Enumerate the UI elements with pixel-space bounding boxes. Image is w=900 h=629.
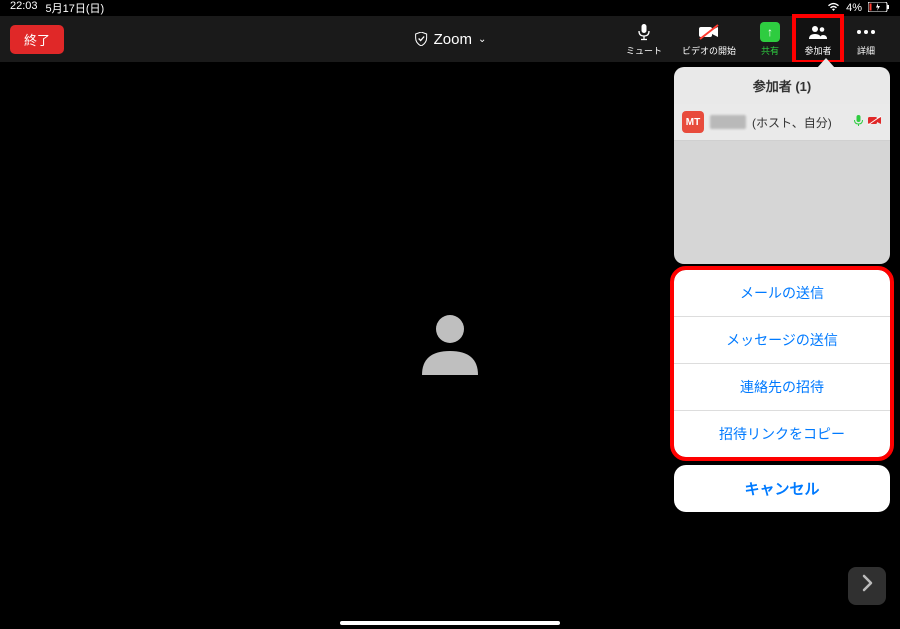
video-off-icon: [698, 22, 720, 42]
meeting-toolbar: 終了 Zoom ⌄ ミュート ビデオの開始 ↑ 共有: [0, 16, 900, 62]
avatar-placeholder-icon: [410, 303, 490, 388]
participant-row[interactable]: MT (ホスト、自分): [674, 104, 890, 141]
status-bar: 22:03 5月17日(日) 4%: [0, 0, 900, 16]
participant-name-redacted: [710, 115, 746, 129]
mute-label: ミュート: [626, 44, 662, 57]
mic-on-icon: [853, 114, 864, 130]
meeting-title[interactable]: Zoom ⌄: [414, 31, 487, 48]
participants-panel-title: 参加者 (1): [674, 67, 890, 104]
participants-list: MT (ホスト、自分): [674, 104, 890, 264]
send-message-button[interactable]: メッセージの送信: [674, 317, 890, 364]
shield-check-icon: [414, 32, 428, 46]
share-button[interactable]: ↑ 共有: [746, 16, 794, 62]
start-video-button[interactable]: ビデオの開始: [672, 16, 746, 62]
next-button[interactable]: [848, 567, 886, 605]
send-email-button[interactable]: メールの送信: [674, 270, 890, 317]
participants-icon: [807, 22, 829, 42]
mute-button[interactable]: ミュート: [616, 16, 672, 62]
participants-button[interactable]: 参加者: [794, 16, 842, 62]
chevron-down-icon: ⌄: [478, 34, 486, 45]
invite-contacts-button[interactable]: 連絡先の招待: [674, 364, 890, 411]
participants-popover: 参加者 (1) MT (ホスト、自分) メールの送信 メッセージの送信 連絡先の…: [674, 67, 890, 512]
wifi-icon: [827, 2, 840, 15]
invite-action-sheet: メールの送信 メッセージの送信 連絡先の招待 招待リンクをコピー キャンセル: [674, 270, 890, 512]
battery-percent: 4%: [846, 2, 862, 14]
share-label: 共有: [761, 44, 779, 57]
battery-icon: [868, 2, 890, 15]
cam-off-icon: [867, 115, 882, 129]
video-label: ビデオの開始: [682, 44, 736, 57]
participant-suffix: (ホスト、自分): [752, 114, 832, 131]
participants-label: 参加者: [804, 44, 831, 57]
invite-options-group: メールの送信 メッセージの送信 連絡先の招待 招待リンクをコピー: [674, 270, 890, 457]
copy-invite-link-button[interactable]: 招待リンクをコピー: [674, 411, 890, 457]
participant-avatar: MT: [682, 111, 704, 133]
home-indicator: [340, 621, 560, 625]
end-meeting-button[interactable]: 終了: [10, 25, 64, 54]
more-label: 詳細: [857, 44, 875, 57]
status-time: 22:03: [10, 0, 38, 16]
cancel-button[interactable]: キャンセル: [674, 465, 890, 512]
title-text: Zoom: [434, 31, 472, 48]
chevron-right-icon: [860, 574, 874, 598]
more-button[interactable]: 詳細: [842, 16, 890, 62]
share-icon: ↑: [760, 22, 780, 42]
popover-arrow: [817, 58, 835, 68]
status-date: 5月17日(日): [46, 0, 105, 16]
microphone-icon: [637, 22, 651, 42]
more-icon: [857, 22, 875, 42]
